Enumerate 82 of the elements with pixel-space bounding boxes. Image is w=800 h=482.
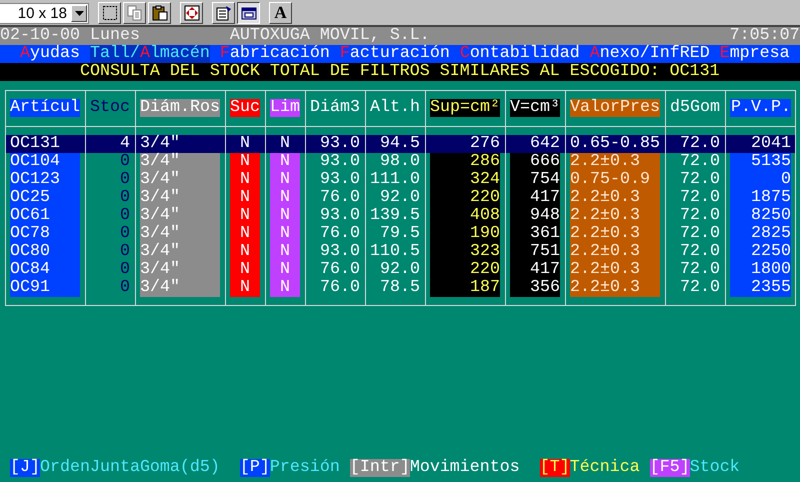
table-cell: 72.0 <box>666 153 726 171</box>
table-cell: 72.0 <box>666 171 726 189</box>
table-cell: 0 <box>86 153 136 171</box>
clipboard-icon <box>152 5 168 21</box>
selected-row-highlight[interactable]: OC131 4 3/4" N N 93.0 94.5 276 642 0.65-0.85 72.0 2041 <box>6 135 795 153</box>
table-cell: 76.0 <box>306 189 366 207</box>
menu-item[interactable]: Contabilidad <box>460 45 580 63</box>
table-cell: 76.0 <box>306 225 366 243</box>
hotkey-action[interactable]: Técnica <box>570 459 640 477</box>
table-cell: 94.5 <box>366 135 426 153</box>
table-cell: 92.0 <box>366 189 426 207</box>
column-header: V=cm³ <box>506 91 566 127</box>
column-header: Diám.Ros <box>136 91 226 127</box>
table-cell: 72.0 <box>666 225 726 243</box>
table-cell: 72.0 <box>666 279 726 297</box>
hotkey-label[interactable]: [J] <box>10 459 40 477</box>
menu-item[interactable]: Anexo/InfRED <box>590 45 710 63</box>
column-header: Sup=cm² <box>426 91 506 127</box>
copy-icon <box>126 5 142 21</box>
company-name: AUTOXUGA MOVIL, S.L. <box>230 27 430 45</box>
table-cell: 72.0 <box>666 243 726 261</box>
table-cell: 0 <box>86 279 136 297</box>
table-cell: 93.0 <box>306 135 366 153</box>
expand-arrows-button[interactable] <box>180 2 203 24</box>
column-header: Lim <box>266 91 306 127</box>
table-cell: 72.0 <box>666 135 726 153</box>
selection-button[interactable] <box>98 2 121 24</box>
expand-arrows-icon <box>184 5 200 21</box>
column-header: Stoc <box>86 91 136 127</box>
table-cell: 0 <box>86 261 136 279</box>
menu-item[interactable]: Tall/Almacén <box>90 45 210 63</box>
menu-item[interactable]: Facturación <box>340 45 450 63</box>
column-header: ValorPres <box>566 91 666 127</box>
table-cell: 111.0 <box>366 171 426 189</box>
table-cell: 0 <box>86 189 136 207</box>
hotkey-label[interactable]: [P] <box>240 459 270 477</box>
copy-button[interactable] <box>123 2 146 24</box>
table-cell-text: 2041 <box>750 135 792 153</box>
table-cell: 93.0 <box>306 171 366 189</box>
column-header: Alt.h <box>366 91 426 127</box>
table-cell: 72.0 <box>666 207 726 225</box>
menu-item[interactable]: Fabricación <box>220 45 330 63</box>
properties-button[interactable] <box>212 2 235 24</box>
table-cell: 78.5 <box>366 279 426 297</box>
font-size-dropdown[interactable]: 10 x 18 <box>0 2 89 24</box>
table-cell: 110.5 <box>366 243 426 261</box>
table-cell: 139.5 <box>366 207 426 225</box>
table-cell: 93.0 <box>306 243 366 261</box>
clock-time: 7:05:07 <box>730 27 800 45</box>
column-header: Suc <box>226 91 266 127</box>
table-cell: 92.0 <box>366 261 426 279</box>
table-cell: 98.0 <box>366 153 426 171</box>
table-cell: 72.0 <box>666 261 726 279</box>
table-cell: 76.0 <box>306 279 366 297</box>
clipboard-button[interactable] <box>148 2 171 24</box>
table-cell: 76.0 <box>306 261 366 279</box>
menu-item[interactable]: Ayudas <box>20 45 80 63</box>
table-cell: 79.5 <box>366 225 426 243</box>
font-button[interactable]: A <box>269 2 292 24</box>
column-header: d5Gom <box>666 91 726 127</box>
hotkey-action[interactable]: Movimientos <box>410 459 520 477</box>
column-header: Artícul <box>6 91 86 127</box>
window-icon <box>240 5 256 21</box>
hotkey-label[interactable]: [T] <box>540 459 570 477</box>
date-text: 02-10-00 Lunes <box>0 27 140 45</box>
menu-item[interactable]: Empresa <box>720 45 790 63</box>
table-cell: 0 <box>86 225 136 243</box>
table-cell: 72.0 <box>666 189 726 207</box>
hotkey-label[interactable]: [Intr] <box>350 459 410 477</box>
properties-icon <box>216 5 232 21</box>
window-button[interactable] <box>237 2 260 24</box>
caret-icon <box>74 10 84 16</box>
table-cell: 0 <box>86 243 136 261</box>
screen-title: CONSULTA DEL STOCK TOTAL DE FILTROS SIMILARES AL ESCOGIDO: OC131 <box>80 63 720 81</box>
selection-icon <box>102 5 118 21</box>
table-cell: 0 <box>86 171 136 189</box>
table-cell: 93.0 <box>306 207 366 225</box>
table-cell: 4 <box>86 135 136 153</box>
column-header: Diám3 <box>306 91 366 127</box>
table-cell: 93.0 <box>306 153 366 171</box>
table-cell: 0 <box>86 207 136 225</box>
hotkey-label[interactable]: [F5] <box>650 459 690 477</box>
